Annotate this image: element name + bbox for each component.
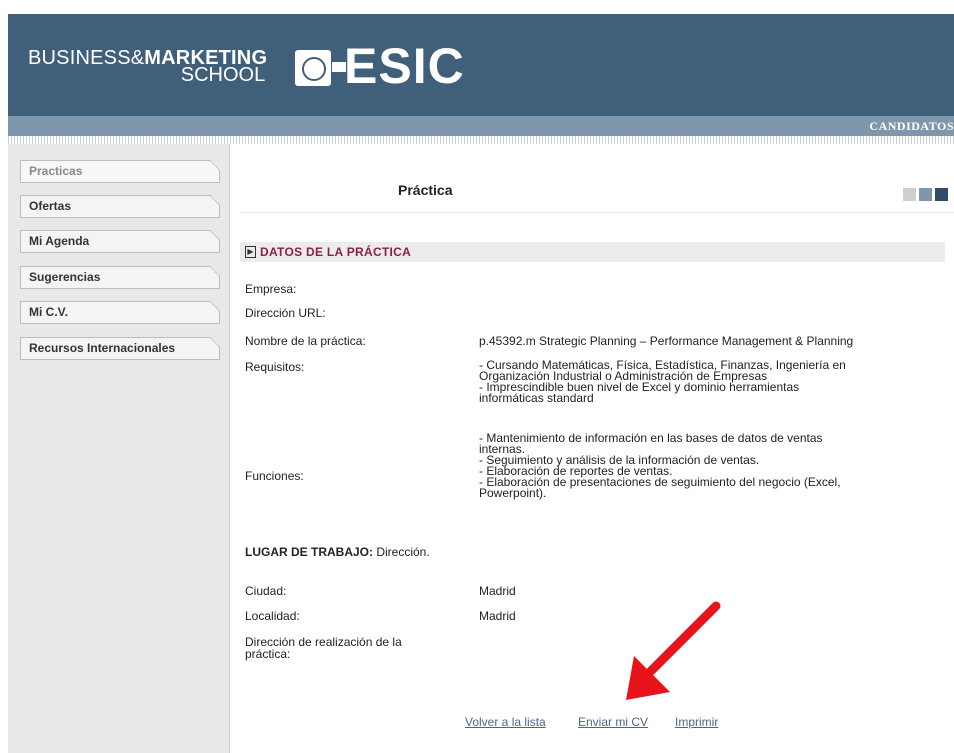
page-fold-icon [210,195,220,205]
page-fold-icon [210,266,220,276]
sidebar-item-mi-cv[interactable]: Mi C.V. [20,301,220,324]
field-label: Localidad: [245,609,300,623]
volver-a-la-lista-link[interactable]: Volver a la lista [465,715,546,729]
field-value: Madrid [479,584,516,598]
sidebar-item-sugerencias[interactable]: Sugerencias [20,266,220,289]
imprimir-link[interactable]: Imprimir [675,715,718,729]
main-content: Práctica ▶ DATOS DE LA PRÁCTICA Empresa:… [240,144,954,753]
square-dark-icon [935,188,948,201]
sidebar-item-mi-agenda[interactable]: Mi Agenda [20,230,220,253]
business-marketing-logo: BUSINESS&MARKETING SCHOOL [28,47,267,85]
page-fold-icon [210,160,220,170]
funciones-line: - Elaboración de presentaciones de segui… [479,475,841,489]
field-label: Funciones: [245,469,304,483]
candidatos-strip: CANDIDATOS [8,116,954,136]
requisitos-line: informáticas standard [479,391,594,405]
field-label: Dirección de realización de la práctica: [245,636,465,660]
field-label: Dirección URL: [245,306,326,320]
sidebar-item-practicas[interactable]: Practicas [20,160,220,183]
section-title: DATOS DE LA PRÁCTICA [260,245,412,259]
title-divider [240,212,954,213]
sidebar: Practicas Ofertas Mi Agenda Sugerencias … [8,144,230,753]
section-header: ▶ DATOS DE LA PRÁCTICA [240,242,945,262]
field-value: - Mantenimiento de información en las ba… [479,431,945,500]
funciones-line: Powerpoint). [479,486,547,500]
page-fold-icon [210,230,220,240]
field-label: Ciudad: [245,584,287,598]
square-mid-icon [919,188,932,201]
sidebar-item-ofertas[interactable]: Ofertas [20,195,220,218]
page-fold-icon [210,301,220,311]
candidatos-label[interactable]: CANDIDATOS [869,119,954,134]
lugar-value: Dirección. [376,545,430,559]
red-arrow-icon [626,601,721,700]
view-squares [900,188,948,206]
funciones-line: - Mantenimiento de información en las ba… [479,431,823,445]
sidebar-item-label: Mi Agenda [29,234,90,248]
sidebar-item-label: Mi C.V. [29,305,68,319]
sidebar-item-label: Sugerencias [29,270,101,284]
field-value: - Cursando Matemáticas, Física, Estadíst… [479,359,945,405]
field-value: p.45392.m Strategic Planning – Performan… [479,334,854,348]
esic-brand: ESIC [344,38,465,94]
direccion-label-line: práctica: [245,647,291,661]
dotted-divider [8,136,954,144]
sidebar-item-label: Ofertas [29,199,72,213]
sidebar-item-label: Practicas [29,164,83,178]
site-header: BUSINESS&MARKETING SCHOOL ESIC [8,14,954,116]
field-label: Requisitos: [245,360,305,374]
esic-seal-icon [295,50,331,86]
sidebar-item-recursos-internacionales[interactable]: Recursos Internacionales [20,337,220,360]
lugar-label: LUGAR DE TRABAJO: [245,545,373,559]
page-title: Práctica [398,182,453,198]
logo-text-business: BUSINESS& [28,47,145,69]
field-label: Empresa: [245,282,297,296]
square-light-icon [903,188,916,201]
enviar-mi-cv-link[interactable]: Enviar mi CV [578,715,648,729]
lugar-de-trabajo: LUGAR DE TRABAJO: Dirección. [245,545,430,559]
field-label: Nombre de la práctica: [245,334,366,348]
section-arrow-icon: ▶ [245,246,256,258]
page-fold-icon [210,337,220,347]
sidebar-item-label: Recursos Internacionales [29,341,176,355]
